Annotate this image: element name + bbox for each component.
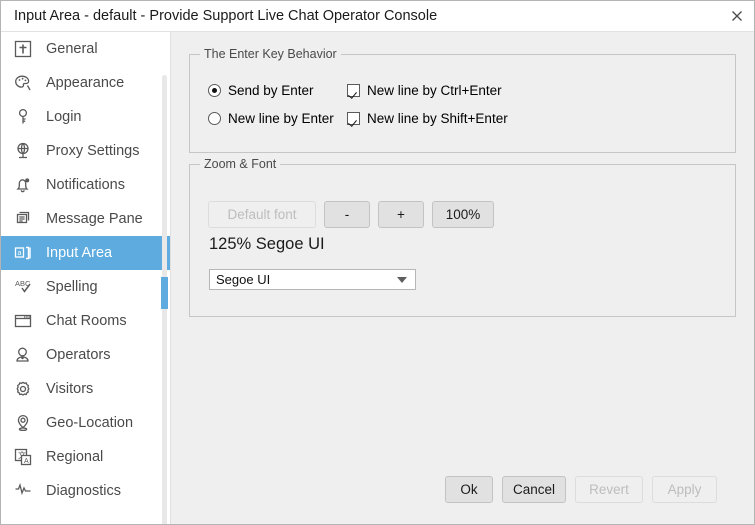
close-icon — [730, 9, 744, 23]
window-title: Input Area - default - Provide Support L… — [14, 8, 438, 24]
sidebar-item-label: Chat Rooms — [46, 313, 127, 329]
settings-panel: The Enter Key Behavior Send by Enter New… — [171, 32, 754, 524]
radio-label: Send by Enter — [228, 83, 314, 98]
map-pin-icon — [10, 410, 36, 436]
checkbox-label: New line by Ctrl+Enter — [367, 83, 502, 98]
checkbox-new-line-by-shift-enter[interactable]: New line by Shift+Enter — [347, 111, 508, 126]
default-font-button[interactable]: Default font — [208, 201, 316, 228]
plus-in-box-icon — [10, 36, 36, 62]
sidebar-item-label: Message Pane — [46, 211, 143, 227]
sidebar-item-label: Regional — [46, 449, 104, 465]
sidebar-scrollbar-thumb[interactable] — [161, 277, 168, 309]
font-select-value: Segoe UI — [216, 272, 271, 287]
sidebar-item-label: Notifications — [46, 177, 125, 193]
sidebar-item-label: Proxy Settings — [46, 143, 140, 159]
sidebar-item-visitors[interactable]: Visitors — [1, 372, 171, 406]
enter-key-behavior-group: The Enter Key Behavior Send by Enter New… — [189, 47, 736, 153]
radio-indicator — [208, 84, 221, 97]
sidebar-item-geo-location[interactable]: Geo-Location — [1, 406, 171, 440]
svg-text:A: A — [24, 458, 29, 465]
radio-send-by-enter[interactable]: Send by Enter — [208, 83, 314, 98]
sidebar-item-input-area[interactable]: a Input Area — [1, 236, 171, 270]
abc-check-icon: ABC — [10, 274, 36, 300]
sidebar-item-login[interactable]: Login — [1, 100, 171, 134]
zoom-in-button[interactable]: + — [378, 201, 424, 228]
checkbox-label: New line by Shift+Enter — [367, 111, 508, 126]
sidebar-item-notifications[interactable]: Notifications — [1, 168, 171, 202]
bell-icon — [10, 172, 36, 198]
sidebar-item-spelling[interactable]: ABC Spelling — [1, 270, 171, 304]
svg-text:a: a — [18, 250, 22, 257]
settings-dialog: Input Area - default - Provide Support L… — [0, 0, 755, 525]
sidebar-item-label: Geo-Location — [46, 415, 134, 431]
close-button[interactable] — [719, 1, 754, 31]
sidebar-item-label: Operators — [46, 347, 111, 363]
window-icon — [10, 308, 36, 334]
sidebar-item-label: Login — [46, 109, 82, 125]
key-icon — [10, 104, 36, 130]
zoom-and-font-group: Zoom & Font Default font - + 100% 125% S… — [189, 157, 736, 317]
translate-icon: 文A — [10, 444, 36, 470]
sidebar-item-regional[interactable]: 文A Regional — [1, 440, 171, 474]
sidebar-item-appearance[interactable]: Appearance — [1, 66, 171, 100]
group-title: The Enter Key Behavior — [200, 47, 341, 61]
radio-label: New line by Enter — [228, 111, 334, 126]
sidebar-item-label: Appearance — [46, 75, 125, 91]
sidebar-item-label: Diagnostics — [46, 483, 121, 499]
message-pane-icon — [10, 206, 36, 232]
cancel-button[interactable]: Cancel — [502, 476, 566, 503]
diagnostics-icon — [10, 478, 36, 504]
palette-icon — [10, 70, 36, 96]
sidebar-item-label: Spelling — [46, 279, 98, 295]
title-bar: Input Area - default - Provide Support L… — [1, 1, 754, 32]
font-select[interactable]: Segoe UI — [209, 269, 416, 290]
revert-button[interactable]: Revert — [575, 476, 643, 503]
current-zoom-font-label: 125% Segoe UI — [209, 235, 325, 253]
checkbox-indicator — [347, 112, 360, 125]
checkbox-new-line-by-ctrl-enter[interactable]: New line by Ctrl+Enter — [347, 83, 502, 98]
chevron-down-icon — [397, 276, 407, 283]
sidebar-item-label: Visitors — [46, 381, 94, 397]
sidebar-item-general[interactable]: General — [1, 32, 171, 66]
globe-icon — [10, 138, 36, 164]
radio-new-line-by-enter[interactable]: New line by Enter — [208, 111, 334, 126]
settings-sidebar[interactable]: General Appearance Login Proxy Settings — [1, 32, 171, 524]
sidebar-item-message-pane[interactable]: Message Pane — [1, 202, 171, 236]
operator-icon — [10, 342, 36, 368]
sidebar-item-proxy-settings[interactable]: Proxy Settings — [1, 134, 171, 168]
radio-indicator — [208, 112, 221, 125]
apply-button[interactable]: Apply — [652, 476, 717, 503]
input-area-icon: a — [10, 240, 36, 266]
group-title: Zoom & Font — [200, 157, 281, 171]
ok-button[interactable]: Ok — [445, 476, 493, 503]
sidebar-item-diagnostics[interactable]: Diagnostics — [1, 474, 171, 508]
checkbox-indicator — [347, 84, 360, 97]
sidebar-item-chat-rooms[interactable]: Chat Rooms — [1, 304, 171, 338]
zoom-reset-button[interactable]: 100% — [432, 201, 494, 228]
zoom-out-button[interactable]: - — [324, 201, 370, 228]
sidebar-item-operators[interactable]: Operators — [1, 338, 171, 372]
sidebar-item-label: General — [46, 41, 98, 57]
gear-icon — [10, 376, 36, 402]
sidebar-item-label: Input Area — [46, 245, 113, 261]
